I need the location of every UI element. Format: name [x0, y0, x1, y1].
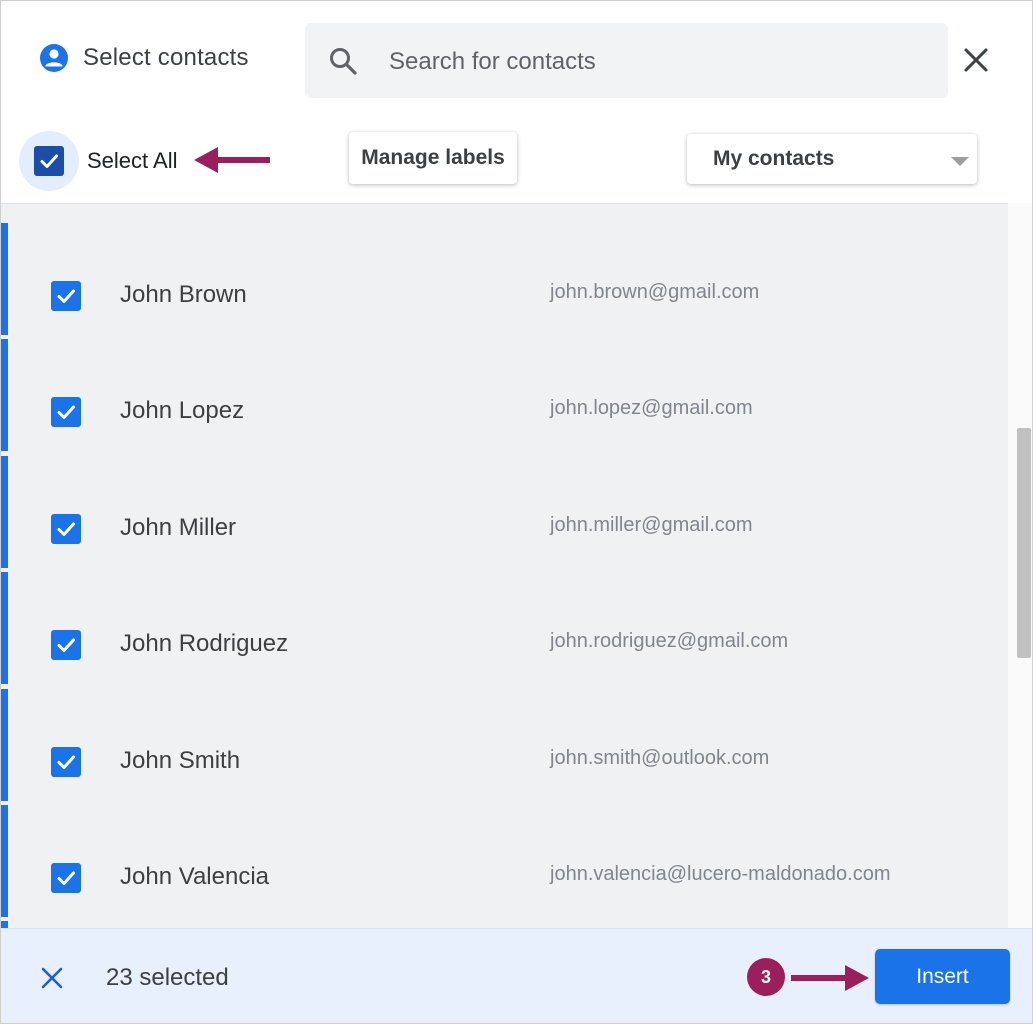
- contact-email: john.smith@outlook.com: [550, 747, 770, 769]
- annotation-arrow-right-icon: [791, 965, 869, 991]
- contact-email: john.valencia@lucero-maldonado.com: [550, 863, 891, 885]
- account-circle-icon: [39, 43, 69, 73]
- contact-email: john.rodriguez@gmail.com: [550, 630, 789, 652]
- list-item[interactable]: John Rodriguez john.rodriguez@gmail.com: [1, 570, 1008, 686]
- check-icon: [57, 755, 75, 769]
- contact-name: John Brown: [120, 281, 247, 308]
- check-icon: [57, 522, 75, 536]
- select-all-label[interactable]: Select All: [87, 148, 178, 174]
- contact-email: john.miller@gmail.com: [550, 514, 753, 536]
- list-scrollbar-thumb[interactable]: [1017, 428, 1031, 658]
- contact-email: john.lopez@gmail.com: [550, 397, 753, 419]
- select-all-checkbox[interactable]: [34, 146, 64, 176]
- clear-selection-icon[interactable]: [39, 965, 65, 991]
- select-contacts-dialog: Select contacts Select All: [0, 0, 1033, 1024]
- list-item[interactable]: John Lopez john.lopez@gmail.com: [1, 337, 1008, 453]
- dialog-header: Select contacts Select All: [1, 1, 1032, 203]
- search-box[interactable]: [305, 23, 948, 98]
- list-item[interactable]: John Miller john.miller@gmail.com: [1, 454, 1008, 570]
- close-icon[interactable]: [959, 43, 993, 77]
- contact-name: John Lopez: [120, 397, 245, 424]
- selection-footer: 23 selected 3 Insert: [1, 928, 1032, 1023]
- check-icon: [57, 289, 75, 303]
- row-accent-bar: [1, 339, 8, 451]
- dialog-title: Select contacts: [83, 44, 249, 71]
- contact-checkbox[interactable]: [51, 514, 81, 544]
- contacts-filter-dropdown[interactable]: My contacts: [687, 134, 977, 184]
- contact-name: John Smith: [120, 747, 241, 774]
- list-item[interactable]: John Valencia john.valencia@lucero-maldo…: [1, 803, 1008, 919]
- check-icon: [40, 154, 58, 168]
- row-accent-bar: [1, 456, 8, 568]
- insert-button[interactable]: Insert: [875, 949, 1010, 1004]
- step-number-badge: 3: [747, 958, 785, 996]
- row-accent-bar: [1, 805, 8, 917]
- list-item[interactable]: John Smith john.smith@outlook.com: [1, 687, 1008, 803]
- dropdown-caret-icon: [951, 157, 969, 166]
- search-input[interactable]: [387, 41, 911, 83]
- row-accent-bar: [1, 689, 8, 801]
- contact-name: John Rodriguez: [120, 630, 289, 657]
- annotation-arrow-left-icon: [194, 147, 270, 173]
- row-accent-bar: [1, 572, 8, 684]
- check-icon: [57, 871, 75, 885]
- dialog-title-group: Select contacts: [39, 43, 249, 73]
- check-icon: [57, 638, 75, 652]
- contact-checkbox[interactable]: [51, 281, 81, 311]
- manage-labels-button[interactable]: Manage labels: [349, 132, 517, 184]
- contact-checkbox[interactable]: [51, 630, 81, 660]
- contacts-list[interactable]: John Brown john.brown@gmail.com John Lop…: [1, 203, 1008, 931]
- contact-name: John Miller: [120, 514, 237, 541]
- contact-checkbox[interactable]: [51, 397, 81, 427]
- contact-checkbox[interactable]: [51, 863, 81, 893]
- contact-name: John Valencia: [120, 863, 269, 890]
- contacts-filter-value: My contacts: [713, 147, 835, 170]
- contact-email: john.brown@gmail.com: [550, 281, 760, 303]
- search-icon: [327, 45, 359, 77]
- contact-checkbox[interactable]: [51, 747, 81, 777]
- check-icon: [57, 405, 75, 419]
- selected-count: 23 selected: [106, 964, 229, 991]
- list-item[interactable]: John Brown john.brown@gmail.com: [1, 221, 1008, 337]
- row-accent-bar: [1, 223, 8, 335]
